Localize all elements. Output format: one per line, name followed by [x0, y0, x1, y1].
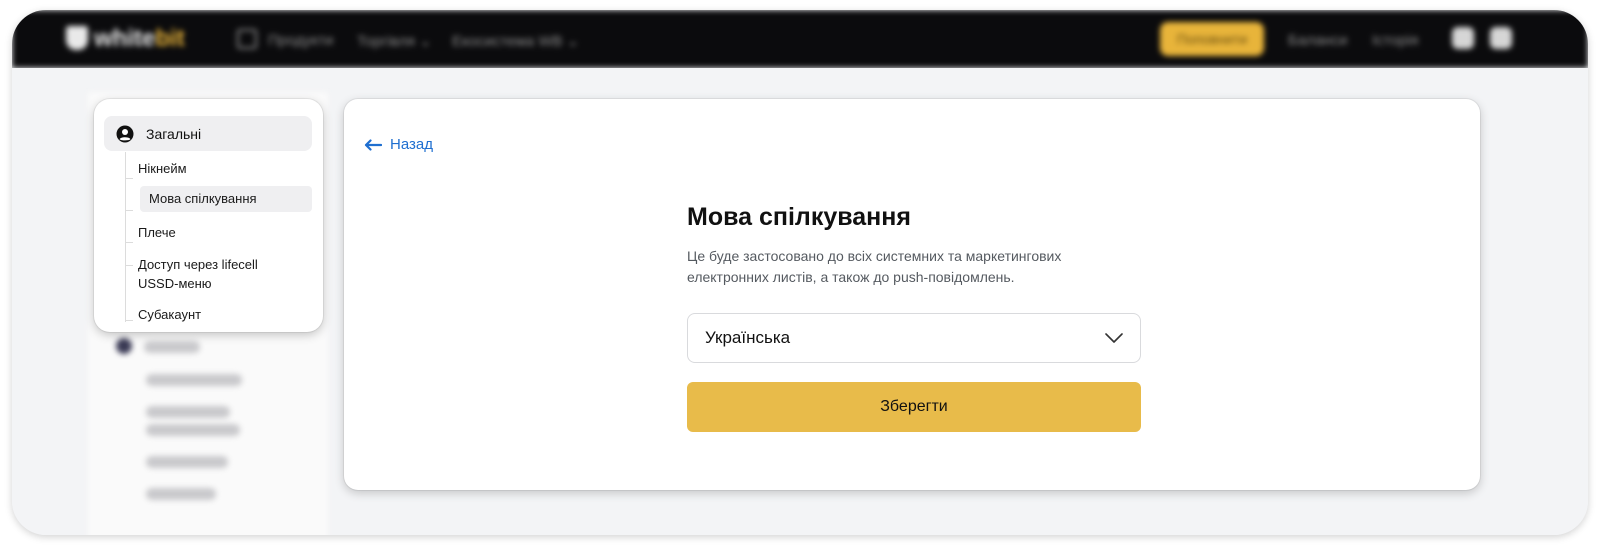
sidebar-item-leverage[interactable]: Плече	[138, 223, 176, 242]
arrow-left-icon	[364, 138, 382, 151]
sidebar-item-subaccount[interactable]: Субакаунт	[138, 305, 201, 324]
sidebar-item-blurred[interactable]	[146, 456, 228, 468]
whitebit-logo[interactable]: whitebit	[66, 25, 185, 53]
deposit-button[interactable]: Поповнити	[1160, 22, 1264, 56]
sidebar-item-blurred[interactable]	[146, 374, 242, 386]
nav-history[interactable]: Історія	[1372, 32, 1419, 49]
tree-branch	[125, 320, 133, 321]
sidebar-item-blurred[interactable]	[144, 341, 200, 353]
user-icon	[116, 125, 134, 142]
chevron-down-icon	[1105, 333, 1123, 343]
sidebar-item-nickname[interactable]: Нікнейм	[138, 159, 187, 178]
logo-text: white	[94, 25, 156, 52]
sidebar-section-general[interactable]: Загальні	[104, 116, 312, 151]
tree-branch	[125, 242, 133, 243]
language-settings-card: Назад Мова спілкування Це буде застосова…	[344, 99, 1480, 490]
tree-branch	[125, 265, 133, 266]
security-icon	[116, 338, 132, 354]
settings-icon[interactable]	[1490, 27, 1512, 49]
page-title: Мова спілкування	[687, 203, 911, 231]
settings-sidebar-card: Загальні Нікнейм Мова спілкування Плече …	[94, 99, 323, 332]
sidebar-item-language[interactable]: Мова спілкування	[140, 186, 312, 212]
back-link[interactable]: Назад	[364, 136, 433, 153]
nav-balances[interactable]: Баланси	[1288, 32, 1347, 49]
back-label: Назад	[390, 136, 433, 153]
nav-ecosystem[interactable]: Екосистема WB ⌄	[452, 32, 579, 50]
wallet-icon[interactable]	[1452, 27, 1474, 49]
sidebar-item-blurred[interactable]	[146, 488, 216, 500]
save-button[interactable]: Зберегти	[687, 382, 1141, 432]
logo-accent-text: bit	[155, 25, 185, 52]
sidebar-section-label: Загальні	[146, 125, 202, 142]
language-select[interactable]: Українська	[687, 313, 1141, 363]
nav-products[interactable]: Продукти	[268, 32, 333, 49]
sidebar-item-blurred[interactable]	[146, 406, 230, 418]
language-form: Мова спілкування Це буде застосовано до …	[687, 203, 1141, 432]
logo-icon	[66, 26, 88, 50]
language-select-value: Українська	[705, 328, 791, 347]
tree-branch	[125, 210, 133, 211]
page-description: Це буде застосовано до всіх системних та…	[687, 248, 1062, 285]
sidebar-item-ussd[interactable]: Доступ через lifecell USSD-меню	[138, 255, 288, 293]
tree-branch	[125, 178, 133, 179]
grid-icon[interactable]	[237, 29, 257, 49]
top-navigation-bar: whitebit Продукти Торгівля ⌄ Екосистема …	[12, 10, 1588, 68]
nav-trading[interactable]: Торгівля ⌄	[357, 32, 432, 50]
sidebar-item-blurred[interactable]	[146, 424, 240, 436]
